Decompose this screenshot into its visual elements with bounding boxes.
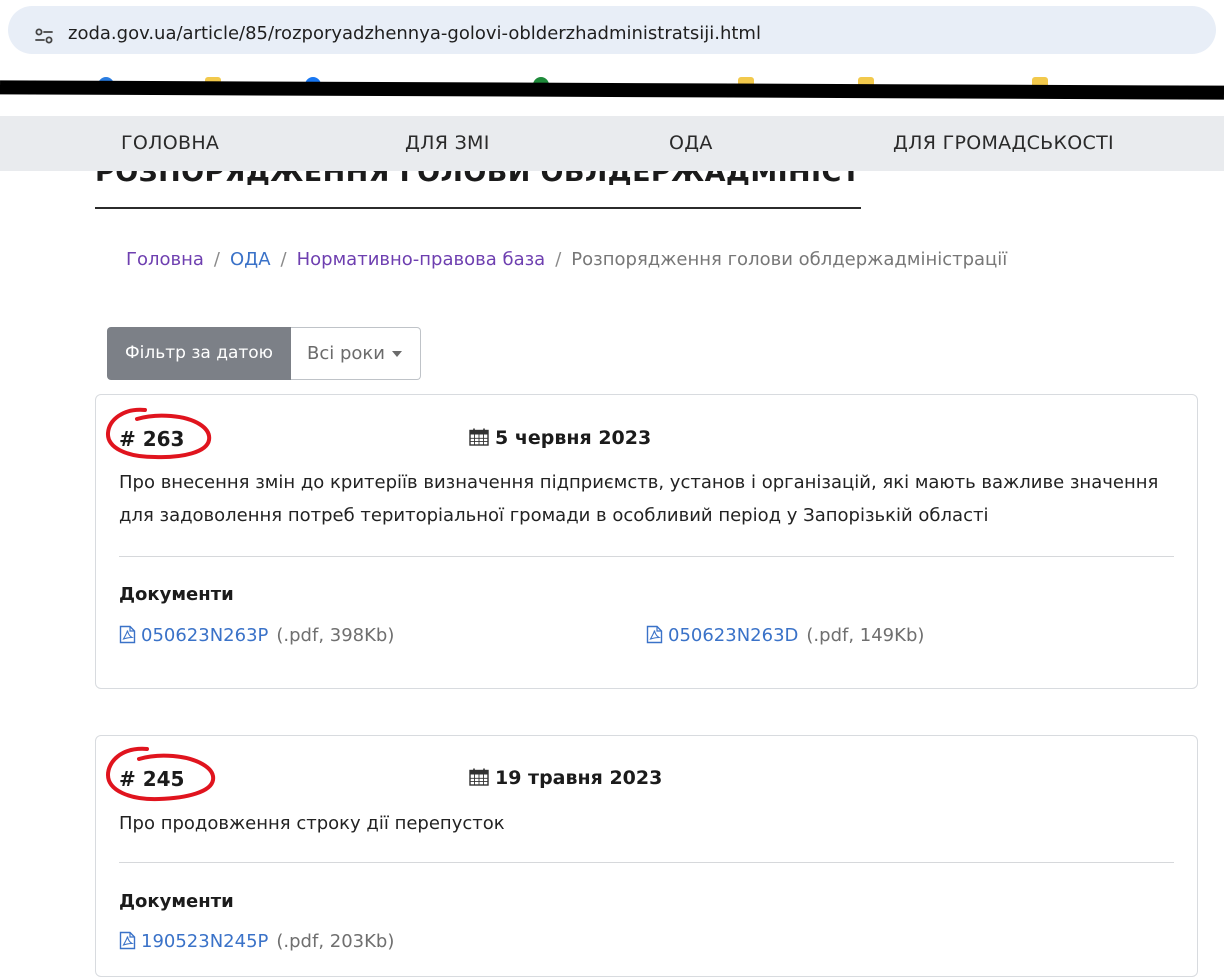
document-date-text: 5 червня 2023 (495, 427, 652, 449)
document-file-link[interactable]: 190523N245P (141, 931, 268, 952)
document-date-text: 19 травня 2023 (495, 767, 663, 789)
card-divider (119, 862, 1174, 863)
document-card: # 263 5 червня 2023 Про внесення змін до… (95, 394, 1198, 689)
page-title-container: РОЗПОРЯДЖЕННЯ ГОЛОВИ ОБЛДЕРЖАДМІНІСТРАЦІ… (95, 171, 861, 207)
breadcrumb-separator: / (213, 249, 220, 270)
annotation-circle (105, 746, 216, 802)
document-file-meta: (.pdf, 149Kb) (806, 625, 925, 646)
nav-item-home[interactable]: ГОЛОВНА (121, 132, 219, 154)
browser-address-bar: zoda.gov.ua/article/85/rozporyadzhennya-… (0, 0, 1224, 60)
pdf-file-icon (119, 625, 136, 644)
breadcrumb-separator: / (555, 249, 562, 270)
calendar-icon (469, 428, 489, 446)
document-date: 19 травня 2023 (469, 767, 662, 789)
site-navigation: ГОЛОВНА ДЛЯ ЗМІ ОДА ДЛЯ ГРОМАДСЬКОСТІ (0, 116, 1224, 171)
filter-label: Фільтр за датою (107, 327, 291, 380)
nav-item-public[interactable]: ДЛЯ ГРОМАДСЬКОСТІ (893, 132, 1114, 154)
nav-item-media[interactable]: ДЛЯ ЗМІ (405, 132, 490, 154)
document-file-link[interactable]: 050623N263D (668, 625, 798, 646)
document-file: 190523N245P (.pdf, 203Kb) (119, 931, 394, 952)
document-title: Про продовження строку дії перепусток (119, 813, 505, 834)
date-filter: Фільтр за датою Всі роки (107, 327, 421, 380)
breadcrumb-home[interactable]: Головна (126, 249, 204, 270)
document-date: 5 червня 2023 (469, 427, 651, 449)
document-file-meta: (.pdf, 398Kb) (276, 625, 395, 646)
document-file-meta: (.pdf, 203Kb) (276, 931, 395, 952)
breadcrumb: Головна / ОДА / Нормативно-правова база / Розп… (126, 249, 1007, 270)
card-divider (119, 556, 1174, 557)
documents-label: Документи (119, 584, 234, 605)
breadcrumb-separator: / (280, 249, 287, 270)
annotation-circle (106, 407, 212, 460)
document-title: Про внесення змін до критеріїв визначенн… (119, 472, 1159, 526)
document-file-link[interactable]: 050623N263P (141, 625, 268, 646)
breadcrumb-legal-base[interactable]: Нормативно-правова база (297, 249, 546, 270)
year-select[interactable]: Всі роки (291, 327, 421, 380)
pdf-file-icon (119, 931, 136, 950)
url-field[interactable]: zoda.gov.ua/article/85/rozporyadzhennya-… (8, 6, 1216, 54)
breadcrumb-oda[interactable]: ОДА (230, 249, 271, 270)
breadcrumb-current: Розпорядження голови облдержадміністраці… (571, 249, 1008, 270)
document-file: 050623N263D (.pdf, 149Kb) (646, 625, 924, 646)
bookmarks-bar (0, 60, 1224, 116)
document-file: 050623N263P (.pdf, 398Kb) (119, 625, 394, 646)
url-text: zoda.gov.ua/article/85/rozporyadzhennya-… (68, 23, 761, 44)
calendar-icon (469, 768, 489, 786)
year-select-value: Всі роки (307, 343, 385, 364)
document-card: # 245 19 травня 2023 Про продовження стр… (95, 735, 1198, 977)
nav-item-oda[interactable]: ОДА (669, 132, 713, 154)
chevron-down-icon (391, 351, 402, 357)
page-title: РОЗПОРЯДЖЕННЯ ГОЛОВИ ОБЛДЕРЖАДМІНІСТРАЦІ… (95, 171, 861, 188)
title-underline (95, 207, 861, 209)
documents-label: Документи (119, 891, 234, 912)
pdf-file-icon (646, 625, 663, 644)
site-info-icon[interactable] (32, 24, 56, 48)
